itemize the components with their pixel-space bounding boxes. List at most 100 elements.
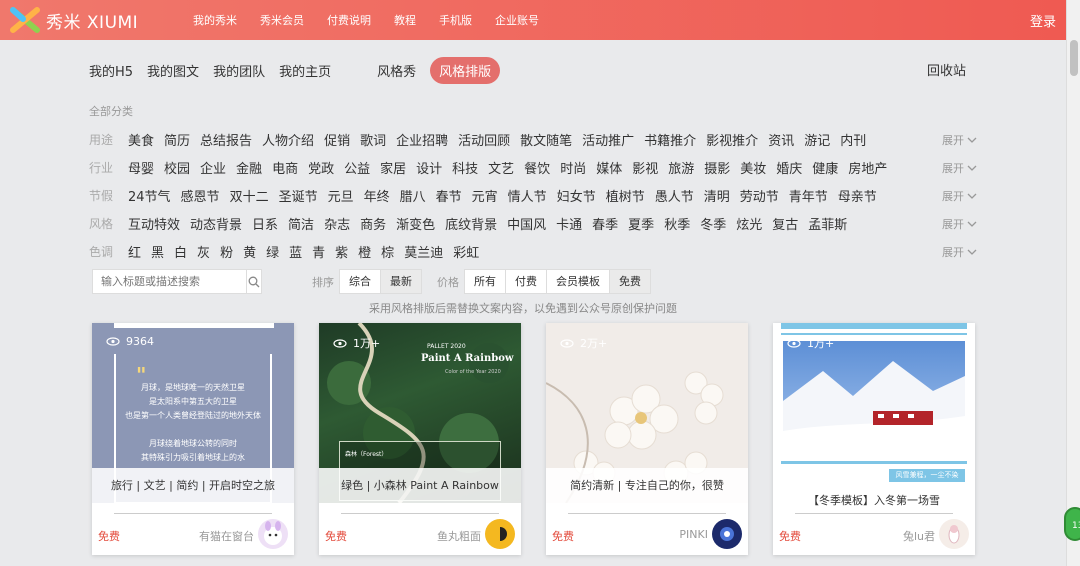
- category-tag[interactable]: 婚庆: [776, 158, 802, 177]
- category-tag[interactable]: 腊八: [400, 186, 426, 205]
- category-tag[interactable]: 黑: [151, 242, 164, 261]
- category-tag[interactable]: 母亲节: [838, 186, 877, 205]
- category-tag[interactable]: 孟菲斯: [808, 214, 847, 233]
- nav-enterprise[interactable]: 企业账号: [495, 12, 539, 28]
- category-tag[interactable]: 简洁: [288, 214, 314, 233]
- expand-button[interactable]: 展开: [942, 160, 977, 176]
- login-link[interactable]: 登录: [1030, 11, 1056, 30]
- category-tag[interactable]: 红: [128, 242, 141, 261]
- category-tag[interactable]: 家居: [380, 158, 406, 177]
- nav-payment-info[interactable]: 付费说明: [327, 12, 371, 28]
- category-tag[interactable]: 橙: [358, 242, 371, 261]
- category-tag[interactable]: 愚人节: [655, 186, 694, 205]
- avatar[interactable]: [939, 519, 969, 549]
- logo[interactable]: 秀米 XIUMI: [10, 7, 160, 33]
- category-tag[interactable]: 年终: [364, 186, 390, 205]
- category-tag[interactable]: 冬季: [700, 214, 726, 233]
- category-tag[interactable]: 元旦: [328, 186, 354, 205]
- category-tag[interactable]: 杂志: [324, 214, 350, 233]
- category-tag[interactable]: 电商: [272, 158, 298, 177]
- sort-option-comprehensive[interactable]: 综合: [340, 270, 381, 293]
- category-tag[interactable]: 炫光: [736, 214, 762, 233]
- category-tag[interactable]: 影视推介: [706, 130, 758, 149]
- template-card[interactable]: 风雪兼程，一尘不染 1万+ 【冬季模板】入冬第一场雪 免费 兔lu君: [773, 323, 975, 555]
- category-tag[interactable]: 棕: [381, 242, 394, 261]
- category-tag[interactable]: 健康: [812, 158, 838, 177]
- category-tag[interactable]: 校园: [164, 158, 190, 177]
- category-tag[interactable]: 活动推广: [582, 130, 634, 149]
- category-tag[interactable]: 媒体: [596, 158, 622, 177]
- category-tag[interactable]: 中国风: [507, 214, 546, 233]
- category-tag[interactable]: 卡通: [556, 214, 582, 233]
- category-tag[interactable]: 书籍推介: [644, 130, 696, 149]
- category-tag[interactable]: 企业招聘: [396, 130, 448, 149]
- category-tag[interactable]: 圣诞节: [279, 186, 318, 205]
- category-tag[interactable]: 青年节: [789, 186, 828, 205]
- author-name[interactable]: PINKI: [679, 528, 708, 541]
- category-tag[interactable]: 夏季: [628, 214, 654, 233]
- scrollbar-thumb[interactable]: [1070, 40, 1078, 76]
- price-option-paid[interactable]: 付费: [506, 270, 547, 293]
- price-option-member[interactable]: 会员模板: [547, 270, 610, 293]
- category-tag[interactable]: 促销: [324, 130, 350, 149]
- category-tag[interactable]: 清明: [704, 186, 730, 205]
- category-tag[interactable]: 日系: [252, 214, 278, 233]
- category-tag[interactable]: 白: [174, 242, 187, 261]
- nav-membership[interactable]: 秀米会员: [260, 12, 304, 28]
- category-tag[interactable]: 企业: [200, 158, 226, 177]
- category-tag[interactable]: 感恩节: [181, 186, 220, 205]
- tab-style-layout[interactable]: 风格排版: [430, 57, 501, 84]
- category-tag[interactable]: 莫兰迪: [404, 242, 443, 261]
- category-tag[interactable]: 动态背景: [190, 214, 242, 233]
- category-tag[interactable]: 绿: [266, 242, 279, 261]
- category-tag[interactable]: 秋季: [664, 214, 690, 233]
- category-tag[interactable]: 妇女节: [557, 186, 596, 205]
- category-tag[interactable]: 散文随笔: [520, 130, 572, 149]
- floating-badge[interactable]: 13: [1064, 507, 1080, 541]
- category-tag[interactable]: 劳动节: [740, 186, 779, 205]
- tab-my-team[interactable]: 我的团队: [213, 61, 265, 80]
- category-tag[interactable]: 元宵: [472, 186, 498, 205]
- category-tag[interactable]: 24节气: [128, 186, 171, 205]
- template-card[interactable]: PALLET 2020 Paint A Rainbow Color of the…: [319, 323, 521, 555]
- category-tag[interactable]: 蓝: [289, 242, 302, 261]
- category-tag[interactable]: 美食: [128, 130, 154, 149]
- expand-button[interactable]: 展开: [942, 244, 977, 260]
- category-tag[interactable]: 餐饮: [524, 158, 550, 177]
- author-name[interactable]: 鱼丸粗面: [437, 528, 481, 544]
- category-tag[interactable]: 情人节: [508, 186, 547, 205]
- author-name[interactable]: 兔lu君: [903, 528, 935, 544]
- category-tag[interactable]: 房地产: [848, 158, 887, 177]
- category-tag[interactable]: 母婴: [128, 158, 154, 177]
- search-input[interactable]: [93, 270, 246, 293]
- category-tag[interactable]: 简历: [164, 130, 190, 149]
- category-tag[interactable]: 总结报告: [200, 130, 252, 149]
- expand-button[interactable]: 展开: [942, 188, 977, 204]
- template-card[interactable]: 2万+ 简约清新 | 专注自己的你，很赞 免费 PINKI: [546, 323, 748, 555]
- category-tag[interactable]: 渐变色: [396, 214, 435, 233]
- category-tag[interactable]: 人物介绍: [262, 130, 314, 149]
- category-tag[interactable]: 旅游: [668, 158, 694, 177]
- category-tag[interactable]: 互动特效: [128, 214, 180, 233]
- category-tag[interactable]: 科技: [452, 158, 478, 177]
- price-option-free[interactable]: 免费: [610, 270, 650, 293]
- template-card[interactable]: " 月球，是地球唯一的天然卫星 是太阳系中第五大的卫星 也是第一个人类曾经登陆过…: [92, 323, 294, 555]
- category-tag[interactable]: 活动回顾: [458, 130, 510, 149]
- category-tag[interactable]: 春节: [436, 186, 462, 205]
- tab-my-homepage[interactable]: 我的主页: [279, 61, 331, 80]
- category-tag[interactable]: 彩虹: [453, 242, 479, 261]
- category-tag[interactable]: 灰: [197, 242, 210, 261]
- author-name[interactable]: 有猫在窗台: [199, 528, 254, 544]
- category-tag[interactable]: 金融: [236, 158, 262, 177]
- category-tag[interactable]: 双十二: [230, 186, 269, 205]
- category-tag[interactable]: 设计: [416, 158, 442, 177]
- avatar[interactable]: [485, 519, 515, 549]
- category-tag[interactable]: 春季: [592, 214, 618, 233]
- category-tag[interactable]: 美妆: [740, 158, 766, 177]
- category-tag[interactable]: 商务: [360, 214, 386, 233]
- nav-tutorial[interactable]: 教程: [394, 12, 416, 28]
- expand-button[interactable]: 展开: [942, 132, 977, 148]
- avatar[interactable]: [258, 519, 288, 549]
- expand-button[interactable]: 展开: [942, 216, 977, 232]
- category-tag[interactable]: 复古: [772, 214, 798, 233]
